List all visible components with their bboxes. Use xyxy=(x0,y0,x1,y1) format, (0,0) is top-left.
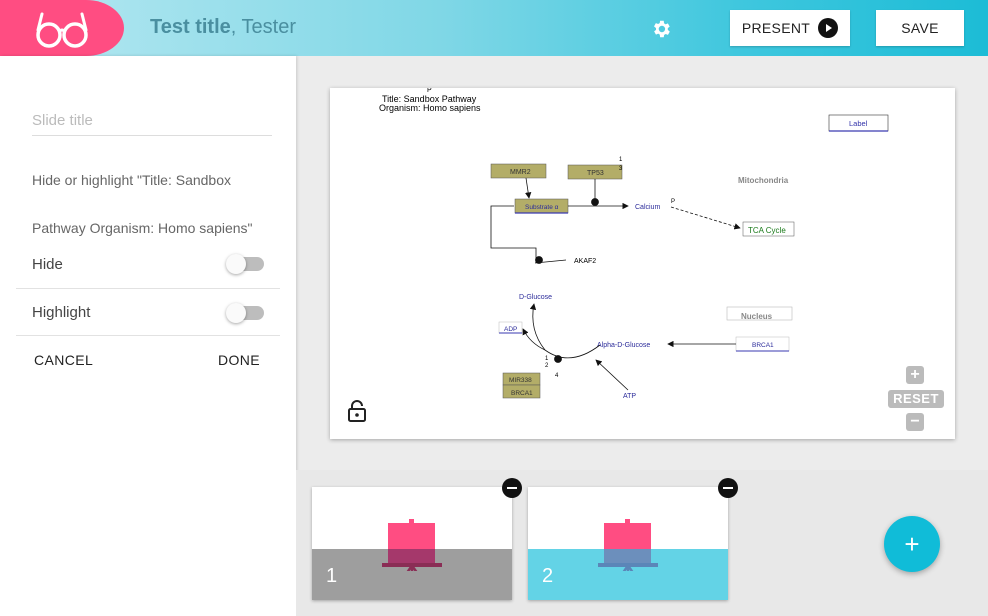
pathway-diagram[interactable]: P Title: Sandbox Pathway Organism: Homo … xyxy=(330,88,955,439)
calcium-text[interactable]: Calcium xyxy=(635,204,660,211)
akaf2-text[interactable]: AKAF2 xyxy=(574,258,596,265)
present-label: PRESENT xyxy=(741,20,811,36)
alpha-glucose-text[interactable]: Alpha-D-Glucose xyxy=(597,342,650,349)
anchor-1: 1 xyxy=(545,356,549,362)
highlight-label: Highlight xyxy=(32,303,91,321)
mir338-text: MIR338 xyxy=(509,377,532,384)
tca-text: TCA Cycle xyxy=(748,226,786,235)
slide-title-input[interactable] xyxy=(32,106,272,136)
remove-slide-2-icon[interactable] xyxy=(718,478,738,498)
present-button[interactable]: PRESENT xyxy=(730,10,850,46)
easel-icon xyxy=(382,519,442,571)
slide-number: 2 xyxy=(542,565,554,587)
done-button[interactable]: DONE xyxy=(218,352,260,368)
zoom-reset-button[interactable]: RESET xyxy=(888,390,944,408)
substrate-text: Substrate α xyxy=(525,204,559,211)
gear-icon[interactable] xyxy=(650,18,672,40)
p-marker-2: P xyxy=(671,199,675,205)
unlock-icon[interactable] xyxy=(348,400,366,422)
target-description: Hide or highlight "Title: Sandbox Pathwa… xyxy=(32,156,280,252)
save-button[interactable]: SAVE xyxy=(876,10,964,46)
hide-toggle-knob[interactable] xyxy=(226,254,246,274)
target-description-line1: Hide or highlight "Title: Sandbox xyxy=(32,172,232,188)
atp-text[interactable]: ATP xyxy=(623,393,636,400)
hide-row: Hide xyxy=(16,240,280,288)
brca1-text: BRCA1 xyxy=(752,342,774,349)
adp-text: ADP xyxy=(504,326,517,333)
slide-thumbnail-2[interactable]: 2 xyxy=(528,487,728,600)
play-icon xyxy=(818,18,839,38)
tp53-text: TP53 xyxy=(587,170,604,177)
save-label: SAVE xyxy=(901,20,939,36)
slide-thumbnail-1[interactable]: 1 xyxy=(312,487,512,600)
label-node-text: Label xyxy=(849,119,868,128)
tp53-anchor-3: 3 xyxy=(619,166,623,172)
anchor-2: 2 xyxy=(545,363,549,369)
highlight-toggle-knob[interactable] xyxy=(226,303,246,323)
mmr2-text: MMR2 xyxy=(510,169,531,176)
nucleus-text: Nucleus xyxy=(741,312,773,321)
author-name: , Tester xyxy=(230,16,296,38)
title-bold: Test title xyxy=(150,16,231,38)
slide-number: 1 xyxy=(326,565,338,587)
glasses-icon xyxy=(36,12,88,48)
dglucose-text[interactable]: D-Glucose xyxy=(519,294,552,301)
remove-slide-1-icon[interactable] xyxy=(502,478,522,498)
zoom-out-button[interactable]: − xyxy=(906,413,924,431)
add-slide-button[interactable]: + xyxy=(884,516,940,572)
logo xyxy=(0,0,124,56)
mitochondria-label: Mitochondria xyxy=(738,176,789,185)
brca1b-text: BRCA1 xyxy=(511,390,533,397)
highlight-row: Highlight xyxy=(16,288,280,336)
pathway-canvas[interactable]: P Title: Sandbox Pathway Organism: Homo … xyxy=(330,88,955,439)
zoom-in-button[interactable]: + xyxy=(906,366,924,384)
pathway-organism: Organism: Homo sapiens xyxy=(379,103,481,113)
anchor-4: 4 xyxy=(555,373,559,379)
highlight-toggle[interactable] xyxy=(226,303,264,323)
hide-label: Hide xyxy=(32,255,63,273)
slide-editor-panel: Hide or highlight "Title: Sandbox Pathwa… xyxy=(0,56,296,616)
tp53-anchor-1: 1 xyxy=(619,157,623,163)
app-header: Test title, Tester PRESENT SAVE xyxy=(0,0,988,56)
easel-icon xyxy=(598,519,658,571)
hide-toggle[interactable] xyxy=(226,254,264,274)
presentation-title[interactable]: Test title, Tester xyxy=(150,16,296,39)
cancel-button[interactable]: CANCEL xyxy=(34,352,93,368)
slides-strip: 1 2 + xyxy=(296,470,988,616)
